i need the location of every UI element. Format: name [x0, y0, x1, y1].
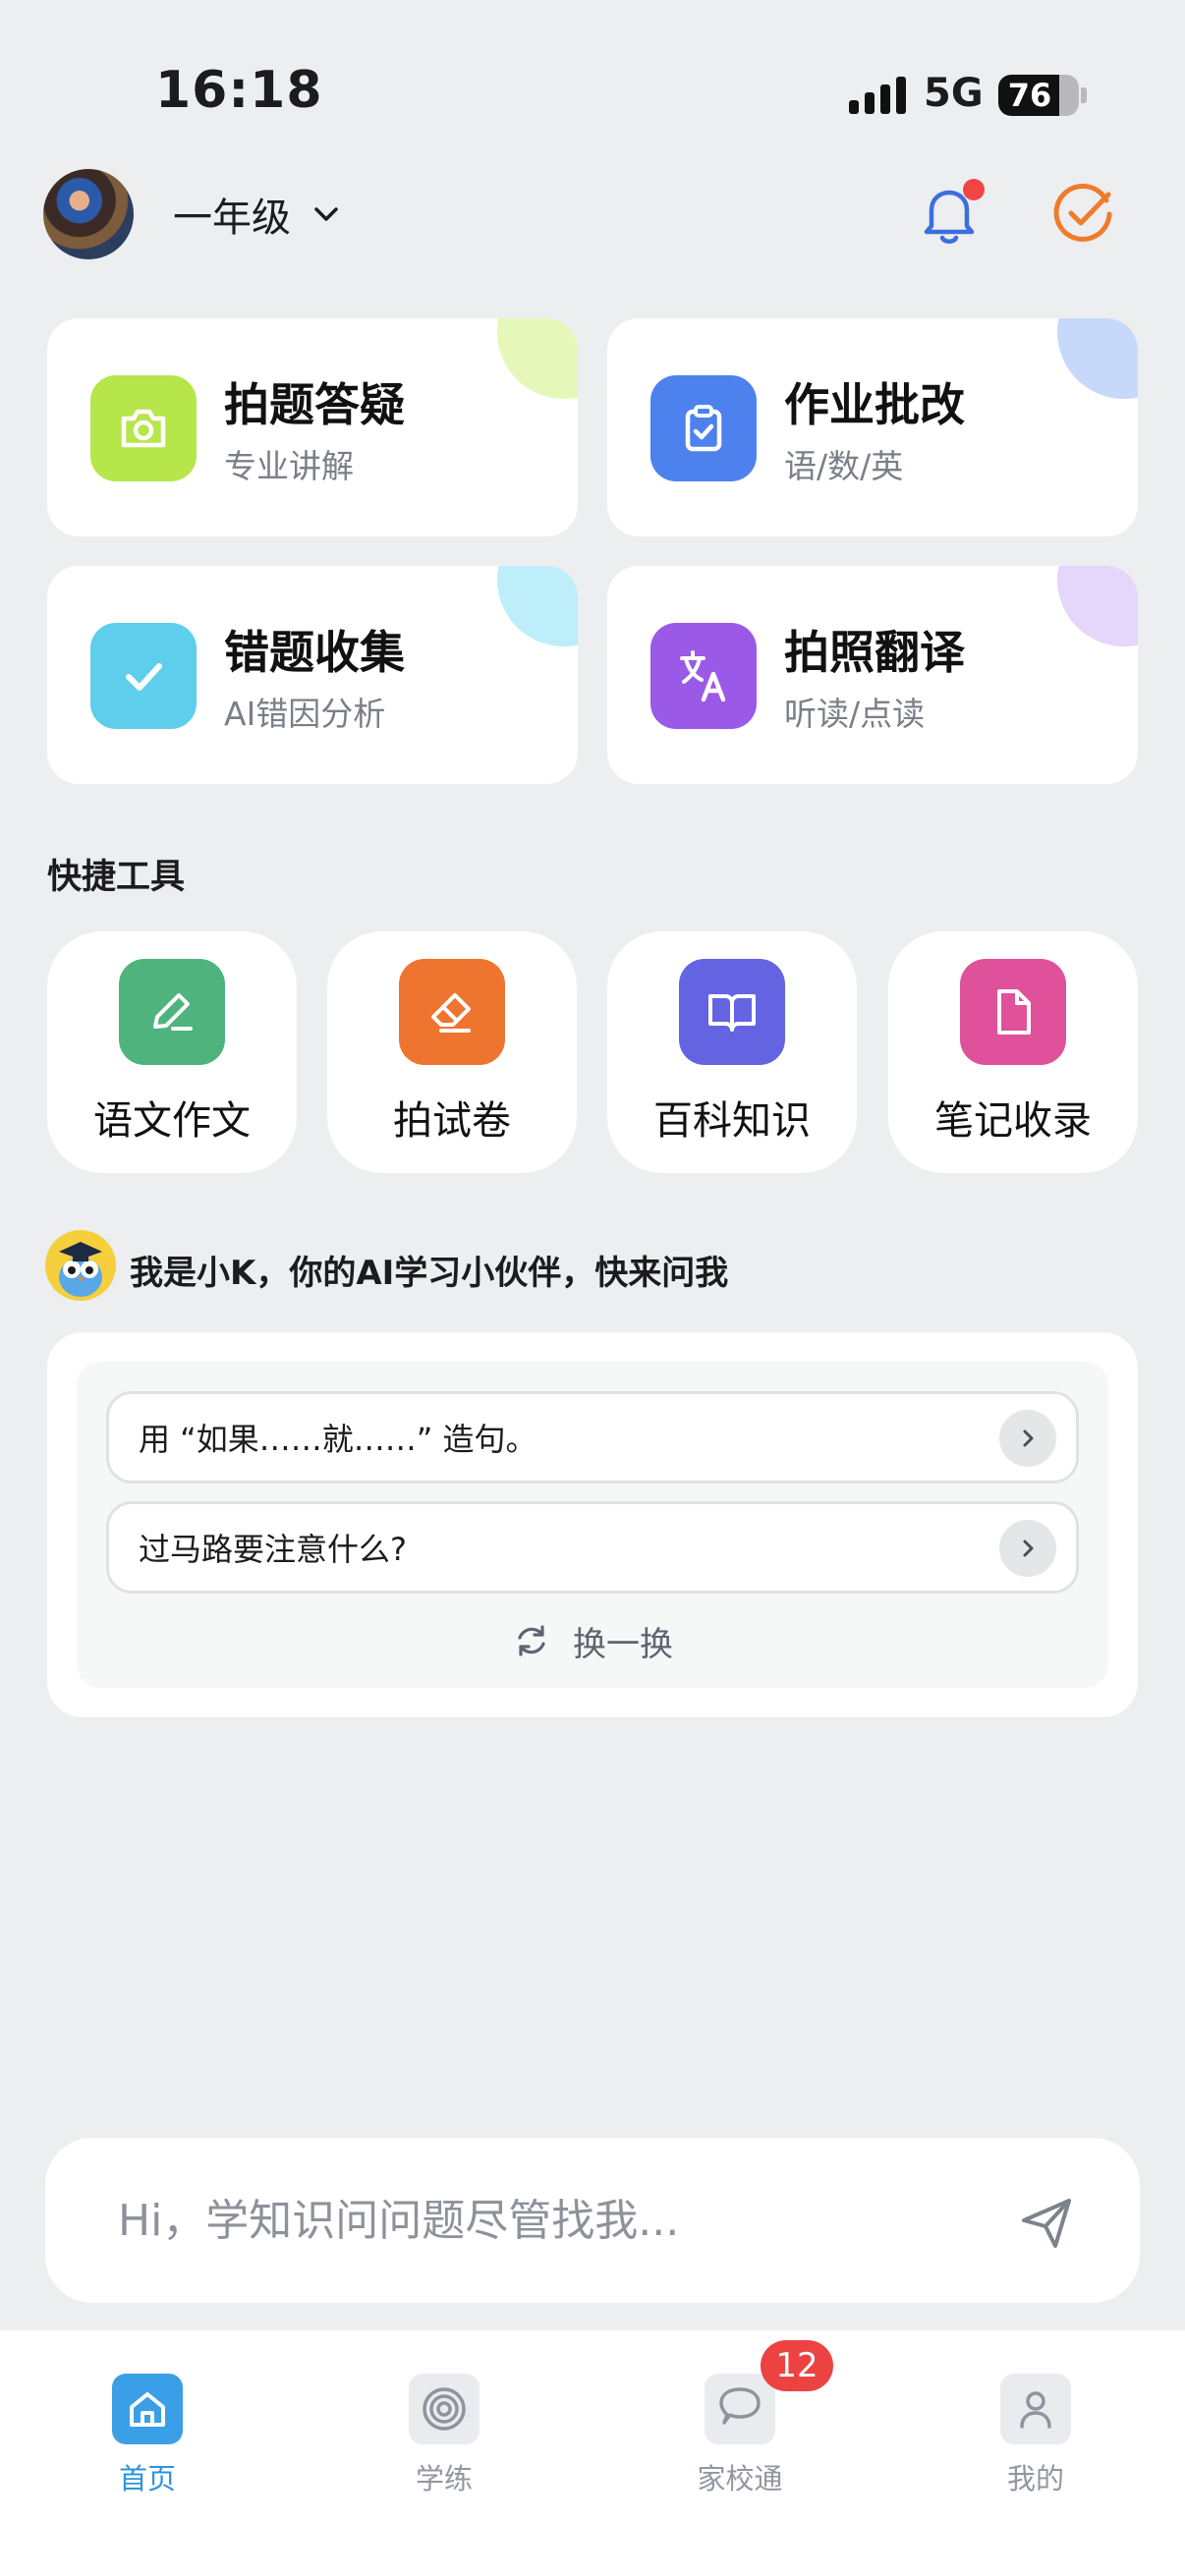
tool-scan-exam[interactable]: 拍试卷: [327, 931, 577, 1173]
feature-title: 拍题答疑: [224, 378, 405, 431]
tab-badge: 12: [761, 2340, 833, 2391]
tool-label: 拍试卷: [393, 1098, 511, 1144]
signal-icon: [849, 77, 906, 114]
target-icon: [423, 2387, 466, 2431]
chat-input[interactable]: [118, 2181, 1002, 2260]
battery-icon: 76: [998, 75, 1079, 116]
send-icon[interactable]: [1008, 2183, 1087, 2262]
feature-subtitle: 专业讲解: [224, 447, 354, 485]
refresh-icon: [518, 1625, 545, 1656]
avatar[interactable]: [43, 169, 134, 259]
tool-label: 笔记收录: [934, 1098, 1092, 1144]
camera-icon: [121, 409, 166, 448]
owl-mascot-icon: [45, 1230, 116, 1301]
chevron-right-icon: [999, 1410, 1056, 1467]
chevron-right-icon: [999, 1520, 1056, 1577]
suggestion-item[interactable]: 过马路要注意什么?: [106, 1501, 1079, 1594]
feature-card-mistake-collection[interactable]: 错题收集 AI错因分析: [47, 566, 578, 784]
tool-label: 语文作文: [93, 1098, 251, 1144]
feature-card-homework-grading[interactable]: 作业批改 语/数/英: [607, 318, 1138, 536]
feature-icon-bg: [650, 375, 757, 481]
tool-icon-bg: [679, 959, 785, 1065]
book-icon: [708, 994, 756, 1032]
tool-label: 百科知识: [653, 1098, 811, 1144]
network-type: 5G: [924, 71, 984, 116]
tool-icon-bg: [119, 959, 225, 1065]
feature-icon-bg: [90, 375, 197, 481]
grade-selector[interactable]: 一年级: [173, 187, 340, 242]
suggestion-text: 过马路要注意什么?: [139, 1531, 407, 1568]
pen-icon: [153, 993, 193, 1031]
tab-icon-bg: [705, 2374, 775, 2444]
tab-profile[interactable]: 我的: [947, 2352, 1124, 2495]
tab-label: 首页: [118, 2462, 176, 2495]
card-corner-decoration: [1057, 318, 1138, 399]
battery-level: 76: [1007, 77, 1052, 114]
card-corner-decoration: [497, 566, 578, 646]
status-time: 16:18: [155, 61, 323, 120]
feature-title: 拍照翻译: [784, 626, 965, 679]
card-corner-decoration: [1057, 566, 1138, 646]
refresh-suggestions-button[interactable]: 换一换: [77, 1613, 1108, 1668]
suggestion-item[interactable]: 用 “如果……就……” 造句。: [106, 1391, 1079, 1484]
section-title-quick-tools: 快捷工具: [47, 858, 186, 897]
feature-subtitle: AI错因分析: [224, 695, 386, 733]
tool-icon-bg: [960, 959, 1066, 1065]
tab-icon-bg: [112, 2374, 183, 2444]
suggestion-text: 用 “如果……就……” 造句。: [139, 1421, 537, 1458]
home-icon: [130, 2392, 165, 2427]
feature-card-photo-qa[interactable]: 拍题答疑 专业讲解: [47, 318, 578, 536]
tab-icon-bg: [1000, 2374, 1071, 2444]
tool-chinese-composition[interactable]: 语文作文: [47, 931, 297, 1173]
status-bar: 16:18 5G 76: [0, 0, 1185, 187]
document-icon: [997, 989, 1031, 1035]
checkmark-icon: [126, 663, 162, 691]
tab-label: 我的: [1006, 2462, 1064, 2495]
battery-tip: [1081, 87, 1087, 103]
feature-title: 作业批改: [784, 378, 965, 431]
chat-input-bar: [45, 2138, 1140, 2303]
tab-label: 家校通: [697, 2462, 783, 2495]
clipboard-check-icon: [685, 405, 722, 452]
grade-label: 一年级: [173, 196, 291, 241]
tab-label: 学练: [415, 2462, 473, 2495]
tool-notes[interactable]: 笔记收录: [888, 931, 1138, 1173]
tab-home[interactable]: 首页: [59, 2352, 236, 2495]
check-circle-icon[interactable]: [1045, 177, 1120, 252]
notification-dot: [963, 179, 985, 200]
ai-intro-text: 我是小K，你的AI学习小伙伴，快来问我: [130, 1254, 729, 1293]
ai-suggestion-inner: 用 “如果……就……” 造句。 过马路要注意什么? 换一换: [77, 1362, 1108, 1688]
feature-icon-bg: [90, 623, 197, 729]
tab-bar: 首页 学练 家校通 我的: [0, 2330, 1185, 2576]
ai-suggestion-panel: 用 “如果……就……” 造句。 过马路要注意什么? 换一换: [47, 1332, 1138, 1717]
eraser-icon: [431, 993, 471, 1033]
chat-bubble-icon: [719, 2387, 761, 2425]
tab-icon-bg: [409, 2374, 480, 2444]
tool-encyclopedia[interactable]: 百科知识: [607, 931, 857, 1173]
feature-title: 错题收集: [224, 626, 405, 679]
feature-icon-bg: [650, 623, 757, 729]
chevron-down-icon: [314, 207, 338, 221]
feature-subtitle: 语/数/英: [784, 447, 904, 485]
feature-subtitle: 听读/点读: [784, 695, 926, 733]
card-corner-decoration: [497, 318, 578, 399]
user-icon: [1020, 2391, 1051, 2429]
tab-practice[interactable]: 学练: [356, 2352, 533, 2495]
refresh-label: 换一换: [573, 1624, 673, 1664]
feature-card-photo-translate[interactable]: 拍照翻译 听读/点读: [607, 566, 1138, 784]
translate-icon: [680, 650, 726, 702]
tool-icon-bg: [399, 959, 505, 1065]
